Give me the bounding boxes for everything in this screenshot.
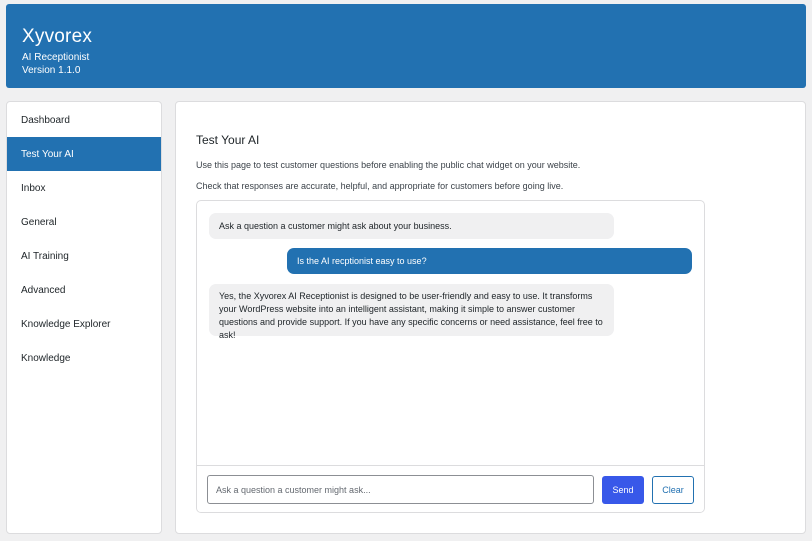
user-message: Is the AI recptionist easy to use? [287, 248, 692, 274]
page-title: Test Your AI [196, 133, 260, 147]
sidebar-item-knowledge[interactable]: Knowledge [7, 341, 161, 375]
sidebar-item-general[interactable]: General [7, 205, 161, 239]
send-button[interactable]: Send [602, 476, 644, 504]
main-panel: Test Your AI Use this page to test custo… [175, 101, 806, 534]
sidebar-item-test-your-ai[interactable]: Test Your AI [7, 137, 161, 171]
brand-tagline: AI Receptionist [22, 52, 90, 63]
sidebar-item-dashboard[interactable]: Dashboard [7, 103, 161, 137]
sidebar-nav: Dashboard Test Your AI Inbox General AI … [6, 101, 162, 534]
sidebar-item-advanced[interactable]: Advanced [7, 273, 161, 307]
app-header: Xyvorex AI Receptionist Version 1.1.0 [6, 4, 806, 88]
chat-window: Ask a question a customer might ask abou… [196, 200, 705, 513]
sidebar-item-knowledge-explorer[interactable]: Knowledge Explorer [7, 307, 161, 341]
chat-messages[interactable]: Ask a question a customer might ask abou… [197, 201, 704, 465]
bot-message: Yes, the Xyvorex AI Receptionist is desi… [209, 284, 614, 340]
clear-button[interactable]: Clear [652, 476, 694, 504]
sidebar-item-ai-training[interactable]: AI Training [7, 239, 161, 273]
page-description: Use this page to test customer questions… [196, 160, 581, 170]
bot-message: Ask a question a customer might ask abou… [209, 213, 614, 239]
brand-name: Xyvorex [22, 26, 93, 47]
chat-input[interactable] [207, 475, 594, 504]
sidebar-item-inbox[interactable]: Inbox [7, 171, 161, 205]
version-label: Version 1.1.0 [22, 65, 81, 76]
page-description-note: Check that responses are accurate, helpf… [196, 181, 564, 191]
chat-input-bar: Send Clear [197, 465, 704, 512]
